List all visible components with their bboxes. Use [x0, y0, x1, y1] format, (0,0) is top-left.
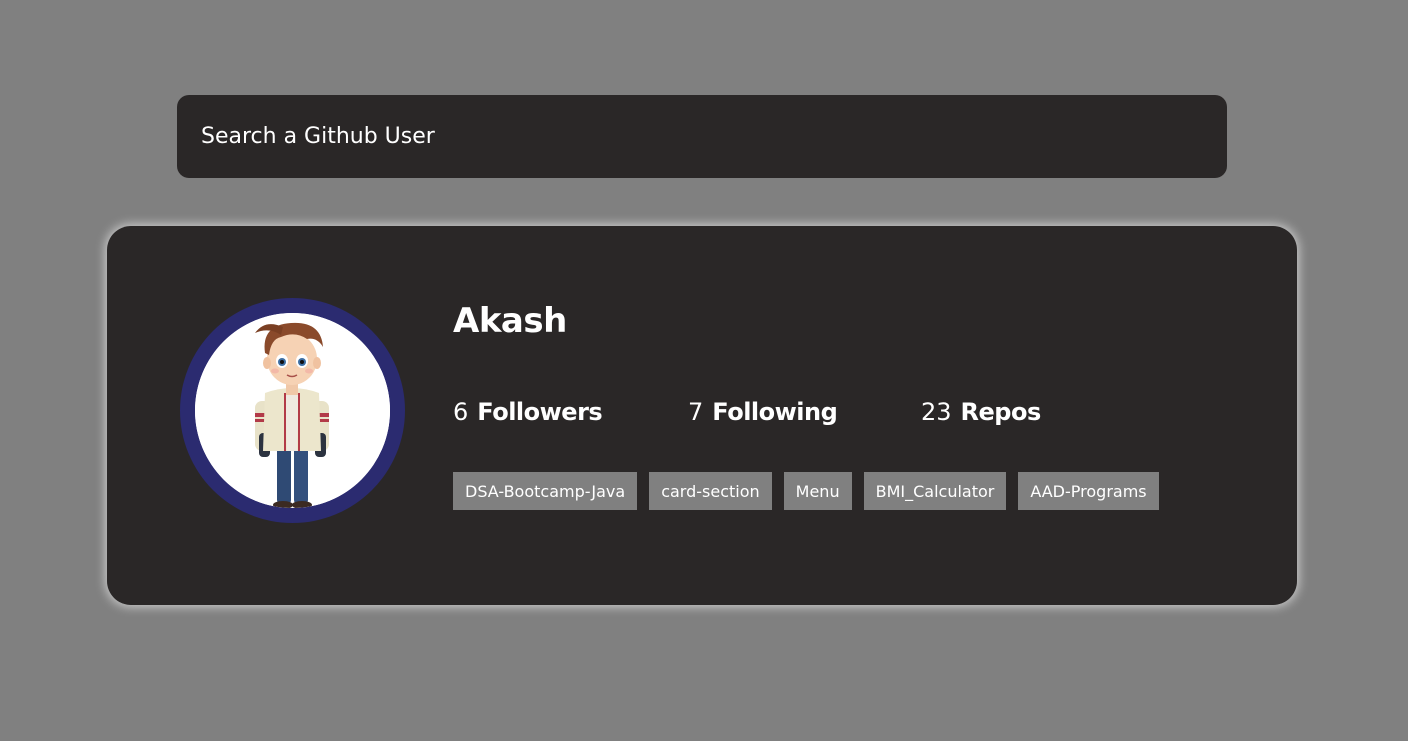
user-name: Akash	[453, 301, 567, 341]
search-input[interactable]	[201, 95, 1227, 178]
repos-count: 23	[921, 398, 952, 426]
repo-link[interactable]: BMI_Calculator	[863, 472, 1007, 510]
repo-list: DSA-Bootcamp-Java card-section Menu BMI_…	[453, 472, 1159, 510]
following-count: 7	[688, 398, 704, 426]
stats-list: 6 Followers 7 Following 23 Repos	[453, 398, 1173, 430]
profile-card: Akash 6 Followers 7 Following 23 Repos D…	[107, 226, 1297, 605]
stat-following: 7 Following	[688, 398, 838, 426]
search-form	[177, 95, 1227, 178]
repos-label: Repos	[960, 398, 1042, 426]
followers-count: 6	[453, 398, 469, 426]
repo-link[interactable]: DSA-Bootcamp-Java	[453, 472, 638, 510]
following-label: Following	[712, 398, 838, 426]
repo-link[interactable]: AAD-Programs	[1018, 472, 1159, 510]
repo-link[interactable]: Menu	[783, 472, 852, 510]
followers-label: Followers	[477, 398, 603, 426]
page: Akash 6 Followers 7 Following 23 Repos D…	[0, 0, 1408, 741]
repo-link[interactable]: card-section	[649, 472, 772, 510]
avatar-ring	[180, 298, 405, 523]
stat-followers: 6 Followers	[453, 398, 603, 426]
stat-repos: 23 Repos	[921, 398, 1041, 426]
avatar	[195, 313, 390, 508]
avatar-image	[195, 313, 390, 508]
